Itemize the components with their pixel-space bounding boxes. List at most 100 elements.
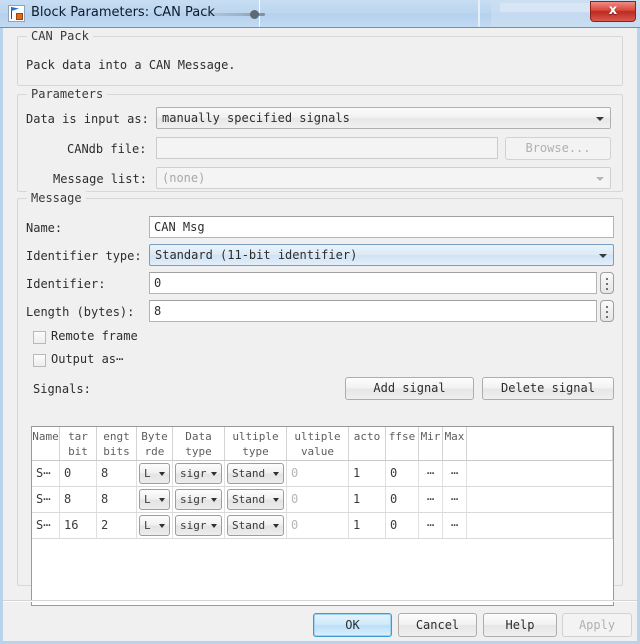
candb-file-input[interactable] [156, 137, 498, 159]
table-row[interactable]: S⋯ 0 8 Lsigr Stand 0 1 0 ⋯ ⋯ [32, 461, 613, 487]
column-header-line2: ffse [388, 430, 416, 443]
title-bar[interactable]: Block Parameters: CAN Pack x [0, 0, 640, 28]
byte-order-combo[interactable]: L [139, 515, 170, 536]
filler-cell[interactable] [467, 487, 613, 512]
signals-table-column-header[interactable]: Mir [419, 427, 443, 460]
column-header-line1: ultiple [232, 430, 279, 443]
chevron-down-icon [273, 524, 279, 528]
chevron-down-icon [211, 524, 217, 528]
column-header-line2: Max [444, 430, 465, 443]
length-bytes-input[interactable]: 8 [149, 300, 597, 322]
offset-cell[interactable]: 0 [386, 487, 419, 512]
signals-table-column-header[interactable] [467, 427, 613, 460]
signals-table-column-header[interactable]: Name [32, 427, 60, 460]
offset-cell[interactable]: 0 [386, 461, 419, 486]
factor-cell[interactable]: 1 [349, 487, 386, 512]
max-cell[interactable]: ⋯ [443, 487, 467, 512]
column-header-line2: Mir [420, 430, 441, 443]
signals-table-column-header[interactable]: Data type [173, 427, 225, 460]
multiplex-type-combo-cell: Stand [225, 487, 287, 512]
signals-table-column-header[interactable]: Byte rde [137, 427, 173, 460]
multiplex-value-cell[interactable]: 0 [287, 487, 349, 512]
start-bit-cell[interactable]: 16 [60, 513, 97, 538]
min-cell[interactable]: ⋯ [419, 513, 443, 538]
chevron-down-icon [599, 254, 607, 258]
description-text: Pack data into a CAN Message. [26, 58, 236, 72]
column-header-line1: engt [103, 430, 130, 443]
data-type-combo[interactable]: sigr [175, 463, 222, 484]
signal-name-cell[interactable]: S⋯ [32, 487, 60, 512]
length-bits-cell[interactable]: 2 [97, 513, 137, 538]
signals-label: Signals: [33, 382, 91, 396]
factor-cell[interactable]: 1 [349, 461, 386, 486]
output-as-checkbox[interactable] [33, 354, 46, 367]
signals-table-body: S⋯ 0 8 Lsigr Stand 0 1 0 ⋯ ⋯ S⋯ 8 8 Lsigr Stand 0 1 0 ⋯ ⋯ S⋯… [32, 461, 613, 539]
identifier-input[interactable]: 0 [149, 272, 597, 294]
multiplex-type-combo[interactable]: Stand [227, 515, 284, 536]
signals-table-column-header[interactable]: tar bit [60, 427, 97, 460]
delete-signal-button[interactable]: Delete signal [482, 377, 614, 400]
close-icon-glyph: x [608, 3, 618, 18]
factor-cell[interactable]: 1 [349, 513, 386, 538]
filler-cell[interactable] [467, 461, 613, 486]
multiplex-value-cell[interactable]: 0 [287, 513, 349, 538]
output-as-label: Output as⋯ [51, 352, 124, 366]
table-row[interactable]: S⋯ 8 8 Lsigr Stand 0 1 0 ⋯ ⋯ [32, 487, 613, 513]
byte-order-combo[interactable]: L [139, 489, 170, 510]
data-input-combo[interactable]: manually specified signals [156, 107, 611, 129]
cancel-button[interactable]: Cancel [398, 613, 477, 637]
start-bit-cell[interactable]: 8 [60, 487, 97, 512]
length-bytes-label: Length (bytes): [26, 305, 135, 319]
data-type-combo[interactable]: sigr [175, 515, 222, 536]
data-type-combo[interactable]: sigr [175, 489, 222, 510]
data-input-label: Data is input as: [26, 112, 149, 126]
signals-table-column-header[interactable]: acto [349, 427, 386, 460]
column-header-line2: Name [32, 430, 59, 443]
signals-table-column-header[interactable]: ultiple value [287, 427, 349, 460]
multiplex-type-combo-value: Stand [232, 519, 266, 532]
browse-button[interactable]: Browse... [505, 137, 611, 160]
signal-name-cell[interactable]: S⋯ [32, 513, 60, 538]
signals-table-column-header[interactable]: ffse [386, 427, 419, 460]
name-input[interactable]: CAN Msg [149, 216, 614, 238]
table-row[interactable]: S⋯ 16 2 Lsigr Stand 0 1 0 ⋯ ⋯ [32, 513, 613, 539]
identifier-stepper[interactable] [600, 272, 614, 294]
min-cell[interactable]: ⋯ [419, 461, 443, 486]
chevron-down-icon [596, 177, 604, 181]
multiplex-value-cell[interactable]: 0 [287, 461, 349, 486]
offset-cell[interactable]: 0 [386, 513, 419, 538]
message-list-combo[interactable]: (none) [156, 167, 611, 189]
multiplex-type-combo[interactable]: Stand [227, 489, 284, 510]
signal-name-cell[interactable]: S⋯ [32, 461, 60, 486]
chevron-down-icon [159, 524, 165, 528]
data-type-combo-cell: sigr [173, 461, 225, 486]
identifier-type-combo[interactable]: Standard (11-bit identifier) [149, 244, 614, 266]
filler-cell[interactable] [467, 513, 613, 538]
close-icon[interactable]: x [590, 1, 636, 22]
length-bytes-stepper[interactable] [600, 300, 614, 322]
dialog-client-area: CAN Pack Pack data into a CAN Message. P… [0, 28, 640, 644]
apply-button[interactable]: Apply [562, 613, 632, 637]
chevron-down-icon [596, 117, 604, 121]
signals-table[interactable]: Name tar bit engt bits Byte rde Data type ultiple… [31, 426, 614, 606]
min-cell[interactable]: ⋯ [419, 487, 443, 512]
window-title: Block Parameters: CAN Pack [31, 5, 215, 20]
start-bit-cell[interactable]: 0 [60, 461, 97, 486]
add-signal-button[interactable]: Add signal [345, 377, 474, 400]
max-cell[interactable]: ⋯ [443, 513, 467, 538]
help-button[interactable]: Help [483, 613, 557, 637]
data-type-combo-value: sigr [180, 519, 207, 532]
remote-frame-checkbox[interactable] [33, 331, 46, 344]
signals-table-column-header[interactable]: ultiple type [225, 427, 287, 460]
signals-table-column-header[interactable]: engt bits [97, 427, 137, 460]
column-header-line2: bits [103, 445, 130, 458]
signals-table-column-header[interactable]: Max [443, 427, 467, 460]
column-header-line2: acto [353, 430, 381, 443]
multiplex-type-combo[interactable]: Stand [227, 463, 284, 484]
length-bits-cell[interactable]: 8 [97, 487, 137, 512]
byte-order-combo[interactable]: L [139, 463, 170, 484]
ok-button[interactable]: OK [313, 613, 392, 637]
background-window-artifact-1 [478, 0, 480, 27]
length-bits-cell[interactable]: 8 [97, 461, 137, 486]
max-cell[interactable]: ⋯ [443, 461, 467, 486]
